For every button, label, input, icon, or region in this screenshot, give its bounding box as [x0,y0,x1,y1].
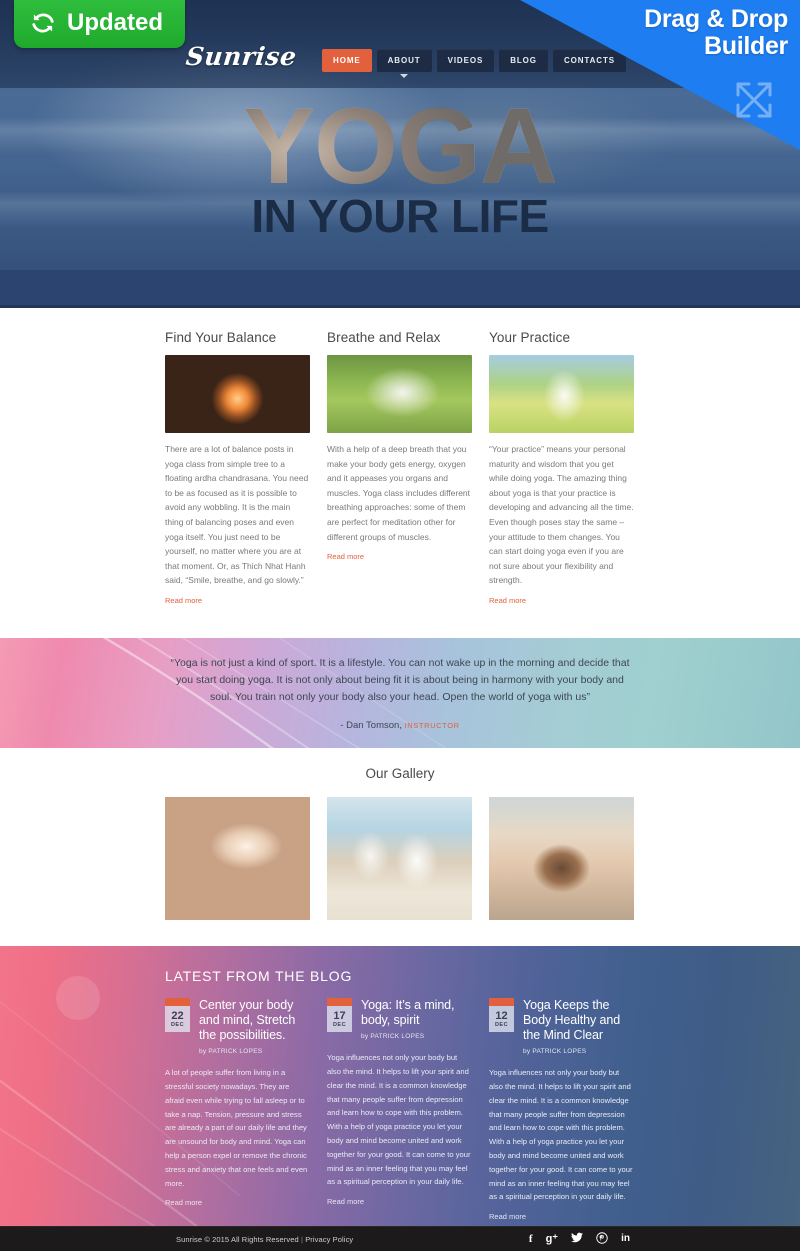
gallery-section: Our Gallery [0,748,800,947]
blog-post-3: 12 DEC Yoga Keeps the Body Healthy and t… [489,998,634,1224]
footer: Sunrise © 2015 All Rights Reserved | Pri… [0,1226,800,1251]
footer-copyright: Sunrise © 2015 All Rights Reserved [176,1234,299,1244]
feature-image [327,355,472,433]
blog-post-2: 17 DEC Yoga: It’s a mind, body, spirit b… [327,998,472,1224]
chevron-down-icon [400,74,409,78]
updated-badge: Updated [14,0,185,48]
features-section: Find Your Balance There are a lot of bal… [0,308,800,639]
drag-drop-ribbon: Drag & Drop Builder [520,0,800,150]
gallery-image-2[interactable] [327,797,472,921]
quote-author: - Dan Tomson, INSTRUCTOR [340,720,459,731]
footer-separator: | [300,1234,303,1244]
feature-image [165,355,310,433]
date-month: DEC [332,1022,347,1029]
blog-post-header: 17 DEC Yoga: It’s a mind, body, spirit b… [327,998,472,1040]
read-more-link[interactable]: Read more [489,596,526,605]
nav-item-about[interactable]: ABOUT [376,49,432,78]
gallery-row [165,797,635,921]
ribbon-text: Drag & Drop Builder [644,6,788,60]
date-badge-body: 17 DEC [327,1006,352,1033]
quote-author-name: - Dan Tomson, [340,720,402,732]
features-row: Find Your Balance There are a lot of bal… [165,330,635,608]
site-logo[interactable]: Sunrise [184,42,298,71]
blog-post-heading-group: Center your body and mind, Stretch the p… [199,998,310,1055]
date-badge-top-bar [327,998,352,1007]
date-month: DEC [170,1022,185,1029]
nav-label: VIDEOS [447,56,484,65]
feature-card-breathe-and-relax: Breathe and Relax With a help of a deep … [327,330,472,608]
twitter-icon[interactable] [571,1232,584,1246]
feature-title: Find Your Balance [165,330,277,345]
quote-section: “Yoga is not just a kind of sport. It is… [0,638,800,749]
blog-post-title[interactable]: Yoga Keeps the Body Healthy and the Mind… [523,998,634,1043]
gallery-image-3[interactable] [489,797,634,921]
blog-posts-row: 22 DEC Center your body and mind, Stretc… [165,998,635,1224]
date-badge-body: 12 DEC [489,1006,514,1033]
date-badge: 22 DEC [165,998,190,1055]
date-month: DEC [494,1022,509,1029]
blog-post-header: 22 DEC Center your body and mind, Stretc… [165,998,310,1055]
drag-arrows-icon [728,74,780,131]
blog-post-text: Yoga influences not only your body but a… [327,1053,471,1187]
google-plus-icon[interactable]: g⁺ [546,1233,559,1245]
nav-label: HOME [333,56,361,65]
blog-post-author: by PATRICK LOPES [361,1033,425,1041]
gallery-title: Our Gallery [365,766,435,782]
hero-bottom-band [0,270,800,308]
ribbon-line-1: Drag & Drop [644,5,788,33]
date-badge-body: 22 DEC [165,1006,190,1033]
blog-section: LATEST FROM THE BLOG 22 DEC Center your … [0,946,800,1227]
blog-post-header: 12 DEC Yoga Keeps the Body Healthy and t… [489,998,634,1055]
blog-post-title[interactable]: Center your body and mind, Stretch the p… [199,998,310,1043]
read-more-link[interactable]: Read more [165,1198,202,1207]
linkedin-icon[interactable]: in [621,1234,630,1244]
hero-subheadline: IN YOUR LIFE [251,190,549,243]
blog-post-text: A lot of people suffer from living in a … [165,1068,308,1188]
feature-title: Breathe and Relax [327,330,441,345]
quote-text: “Yoga is not just a kind of sport. It is… [170,657,630,704]
blog-content: LATEST FROM THE BLOG 22 DEC Center your … [165,946,635,1224]
date-badge-top-bar [165,998,190,1007]
quote-author-role: INSTRUCTOR [404,721,460,731]
nav-label: ABOUT [387,56,421,65]
gallery-image-1[interactable] [165,797,310,921]
feature-text: With a help of a deep breath that you ma… [327,444,471,542]
feature-text: There are a lot of balance posts in yoga… [165,444,309,586]
hero-headline: YOGA [242,85,558,206]
blog-post-1: 22 DEC Center your body and mind, Stretc… [165,998,310,1224]
date-badge-top-bar [489,998,514,1007]
footer-copyright-group: Sunrise © 2015 All Rights Reserved | Pri… [176,1235,353,1244]
read-more-link[interactable]: Read more [489,1212,526,1221]
updated-badge-label: Updated [67,9,163,36]
nav-item-videos[interactable]: VIDEOS [436,49,495,72]
social-links: f g⁺ in [529,1231,630,1247]
read-more-link[interactable]: Read more [165,596,202,605]
blog-post-heading-group: Yoga Keeps the Body Healthy and the Mind… [523,998,634,1055]
date-day: 17 [333,1010,346,1023]
blog-post-title[interactable]: Yoga: It’s a mind, body, spirit [361,998,472,1028]
sync-icon [30,10,56,36]
date-badge: 17 DEC [327,998,352,1040]
feature-text: “Your practice” means your personal matu… [489,444,634,586]
ribbon-line-2: Builder [703,32,788,60]
date-badge: 12 DEC [489,998,514,1055]
feature-card-your-practice: Your Practice “Your practice” means your… [489,330,634,608]
blog-post-author: by PATRICK LOPES [199,1048,263,1056]
nav-item-home[interactable]: HOME [322,49,372,72]
footer-privacy-link[interactable]: Privacy Policy [305,1235,353,1244]
blog-post-author: by PATRICK LOPES [523,1048,587,1056]
feature-title: Your Practice [489,330,571,345]
read-more-link[interactable]: Read more [327,1197,364,1206]
pinterest-icon[interactable] [596,1231,608,1247]
blog-post-heading-group: Yoga: It’s a mind, body, spirit by PATRI… [361,998,472,1040]
facebook-icon[interactable]: f [529,1233,533,1245]
date-day: 12 [495,1010,508,1023]
blog-section-title: LATEST FROM THE BLOG [165,968,353,985]
read-more-link[interactable]: Read more [327,552,364,561]
date-day: 22 [171,1010,184,1023]
feature-card-find-your-balance: Find Your Balance There are a lot of bal… [165,330,310,608]
feature-image [489,355,634,433]
blog-post-text: Yoga influences not only your body but a… [489,1068,633,1202]
